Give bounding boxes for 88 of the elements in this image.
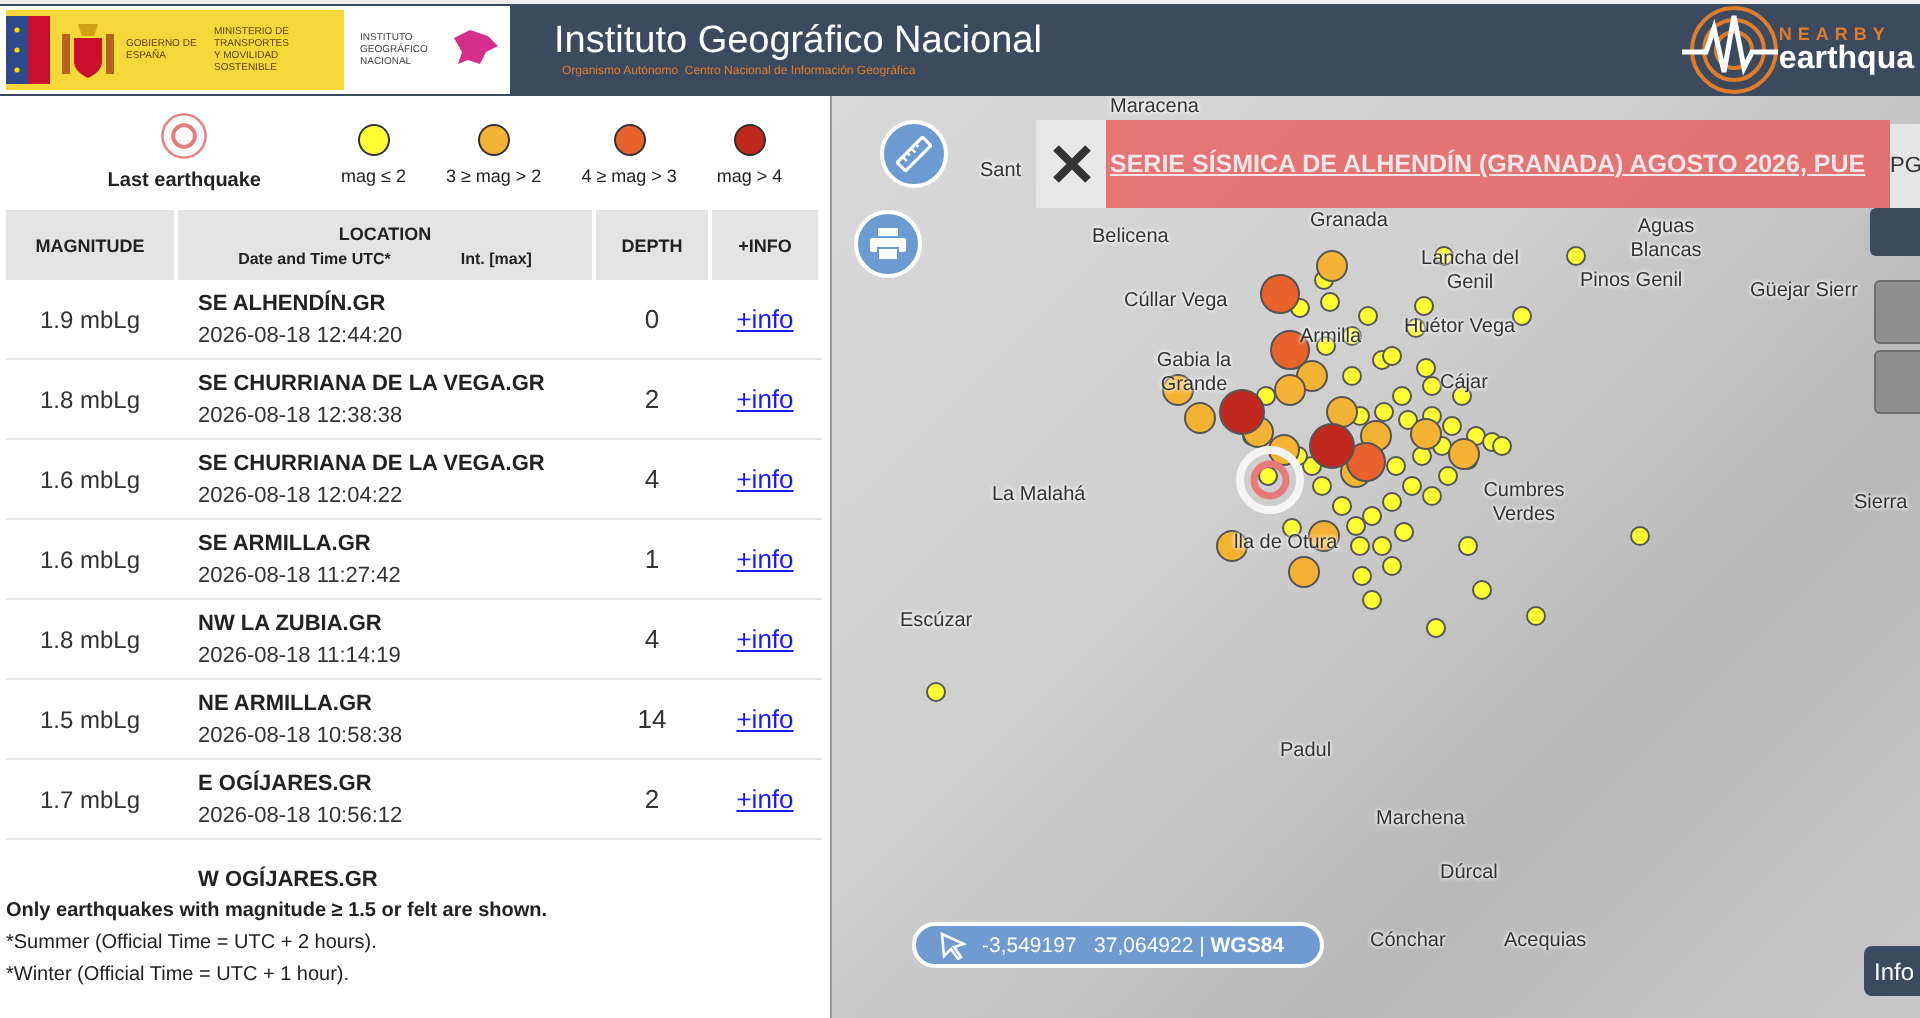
depth-cell: 4: [644, 624, 660, 654]
legend-label: 3 ≥ mag > 2: [445, 166, 542, 186]
depth-cell: 14: [637, 704, 667, 734]
info-link[interactable]: +info: [736, 544, 794, 574]
column-header: DEPTH: [596, 210, 708, 280]
place-label: Güejar Sierr: [1750, 280, 1858, 302]
info-link[interactable]: +info: [736, 384, 794, 414]
column-header: +INFO: [712, 210, 818, 280]
magnitude-cell: 1.6 mbLg: [39, 465, 141, 493]
info-button[interactable]: Info: [1864, 946, 1920, 996]
footnote: *Summer (Official Time = UTC + 2 hours).: [6, 932, 379, 956]
side-tab[interactable]: PG: [1890, 124, 1920, 208]
location-cell: SE ARMILLA.GR: [198, 531, 371, 555]
place-label: Acequias: [1504, 930, 1587, 952]
place-label: Cumbres Verdes: [1481, 480, 1567, 528]
eu-flag-icon: [6, 16, 50, 84]
legend-label: Last earthquake: [107, 170, 261, 192]
depth-cell: 4: [644, 464, 660, 494]
depth-cell: 2: [644, 784, 660, 814]
close-button[interactable]: [1036, 120, 1106, 208]
printer-icon: [870, 228, 906, 260]
depth-cell: 0: [644, 304, 660, 334]
place-label: Dúrcal: [1440, 862, 1498, 884]
column-header-label: LOCATION: [338, 223, 432, 243]
place-label: Belicena: [1092, 226, 1169, 248]
coordinates-label: -3,549197 37,064922 | WGS84: [982, 933, 1285, 957]
location-cell: SE CHURRIANA DE LA VEGA.GR: [198, 451, 545, 475]
place-label: Cónchar: [1370, 930, 1446, 952]
place-label: Padul: [1280, 740, 1332, 762]
info-link[interactable]: +info: [736, 464, 794, 494]
datetime-cell: 2026-08-18 11:14:19: [198, 643, 401, 667]
close-icon: [1051, 144, 1091, 184]
info-link[interactable]: +info: [736, 704, 794, 734]
seismograph-logo-icon: [1682, 4, 1779, 96]
map-placeholder[interactable]: [832, 96, 1920, 1018]
magnitude-cell: 1.8 mbLg: [39, 625, 141, 653]
place-label: La Malahá: [992, 484, 1086, 506]
measure-button[interactable]: [880, 120, 948, 188]
legend-label: mag > 4: [716, 166, 783, 186]
footnote: Only earthquakes with magnitude ≥ 1.5 or felt are shown.: [6, 900, 550, 924]
footnote: *Winter (Official Time = UTC + 1 hour).: [6, 964, 352, 988]
place-label: Aguas Blancas: [1628, 216, 1704, 264]
datetime-cell: 2026-08-18 12:04:22: [198, 483, 403, 507]
column-subheader: Date and Time UTC*: [238, 249, 391, 267]
magnitude-cell: 1.8 mbLg: [39, 385, 141, 413]
info-link[interactable]: +info: [736, 624, 794, 654]
location-cell: SE ALHENDÍN.GR: [198, 291, 386, 315]
column-subheader: Int. [max]: [460, 249, 532, 267]
place-label: Granada: [1310, 210, 1388, 232]
brand-label: NEARBY: [1778, 24, 1893, 44]
info-link[interactable]: +info: [736, 784, 794, 814]
datetime-cell: 2026-08-18 10:58:38: [198, 723, 403, 747]
place-label: Cúllar Vega: [1124, 290, 1228, 312]
coat-of-arms-icon: [58, 18, 118, 82]
print-button[interactable]: [854, 210, 922, 278]
column-header: MAGNITUDE: [6, 210, 174, 280]
location-cell: SE CHURRIANA DE LA VEGA.GR: [198, 371, 545, 395]
place-label: Marchena: [1376, 808, 1465, 830]
place-label: Escúzar: [900, 610, 973, 632]
datetime-cell: 2026-08-18 12:38:38: [198, 403, 403, 427]
side-panel[interactable]: [1874, 280, 1920, 344]
depth-cell: 1: [644, 544, 660, 574]
legend-label: 4 ≥ mag > 3: [581, 166, 677, 186]
cursor-icon: [940, 931, 966, 959]
side-panel[interactable]: [1874, 350, 1920, 414]
datetime-cell: 2026-08-18 12:44:20: [198, 323, 403, 347]
location-cell: NE ARMILLA.GR: [198, 691, 372, 715]
magnitude-cell: 1.6 mbLg: [39, 545, 141, 573]
site-title: Instituto Geográfico Nacional: [554, 20, 1044, 64]
place-label: Sierra: [1854, 492, 1908, 514]
ruler-icon: [896, 136, 932, 172]
datetime-cell: 2026-08-18 10:56:12: [198, 803, 403, 827]
depth-cell: 2: [644, 384, 660, 414]
magnitude-cell: 1.7 mbLg: [39, 785, 141, 813]
legend-label: mag ≤ 2: [341, 166, 406, 186]
place-label: Sant: [980, 160, 1022, 182]
location-cell: E OGÍJARES.GR: [198, 771, 372, 795]
info-link[interactable]: +info: [736, 304, 794, 334]
place-label: Pinos Genil: [1580, 270, 1683, 292]
brand-name: earthqua: [1778, 44, 1914, 76]
datetime-cell: 2026-08-18 11:27:42: [198, 563, 401, 587]
magnitude-cell: 1.9 mbLg: [39, 305, 141, 333]
place-label: Cájar: [1440, 372, 1488, 394]
place-label: Maracena: [1110, 96, 1199, 118]
magnitude-cell: 1.5 mbLg: [39, 705, 141, 733]
location-cell: NW LA ZUBIA.GR: [198, 611, 382, 635]
location-cell: W OGÍJARES.GR: [198, 867, 378, 886]
place-label: Armilla: [1300, 326, 1362, 348]
